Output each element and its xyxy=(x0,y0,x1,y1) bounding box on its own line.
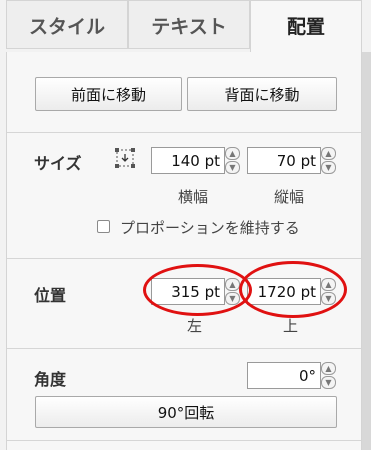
height-stepper[interactable]: ▲ ▼ xyxy=(321,147,336,174)
width-caption: 横幅 xyxy=(178,188,209,206)
rotate-90-button[interactable]: 90°回転 xyxy=(35,396,337,428)
tab-bar: スタイル テキスト 配置 xyxy=(6,0,362,53)
scrollbar[interactable] xyxy=(362,52,371,450)
angle-stepper[interactable]: ▲ ▼ xyxy=(321,362,336,389)
annotation-circle xyxy=(239,261,347,318)
top-caption: 上 xyxy=(283,317,299,335)
chevron-down-icon[interactable]: ▼ xyxy=(321,376,336,389)
angle-input[interactable]: 0° xyxy=(247,362,321,389)
resize-icon[interactable] xyxy=(114,147,136,169)
chevron-up-icon[interactable]: ▲ xyxy=(225,147,240,160)
left-caption: 左 xyxy=(187,317,203,335)
annotation-circle xyxy=(143,264,252,316)
size-label: サイズ xyxy=(34,154,82,173)
chevron-down-icon[interactable]: ▼ xyxy=(321,161,336,174)
divider xyxy=(7,132,361,133)
keep-proportions-checkbox[interactable] xyxy=(97,220,110,233)
tab-style[interactable]: スタイル xyxy=(6,0,128,49)
width-stepper[interactable]: ▲ ▼ xyxy=(225,147,240,174)
height-input[interactable]: 70 pt xyxy=(247,147,321,174)
send-to-back-button[interactable]: 背面に移動 xyxy=(187,77,337,111)
chevron-up-icon[interactable]: ▲ xyxy=(321,147,336,160)
keep-proportions-label: プロポーションを維持する xyxy=(120,219,300,237)
bring-to-front-button[interactable]: 前面に移動 xyxy=(35,77,182,111)
arrange-panel: 前面に移動 背面に移動 サイズ 140 pt ▲ ▼ 70 pt ▲ ▼ 横幅 … xyxy=(6,52,362,450)
chevron-down-icon[interactable]: ▼ xyxy=(225,161,240,174)
tab-text[interactable]: テキスト xyxy=(128,0,250,49)
height-caption: 縦幅 xyxy=(274,188,305,206)
width-input[interactable]: 140 pt xyxy=(151,147,225,174)
divider xyxy=(7,348,361,349)
tab-arrange[interactable]: 配置 xyxy=(250,0,362,53)
angle-label: 角度 xyxy=(34,370,67,389)
divider xyxy=(7,440,361,441)
divider xyxy=(7,258,361,259)
chevron-up-icon[interactable]: ▲ xyxy=(321,362,336,375)
position-label: 位置 xyxy=(34,286,67,305)
